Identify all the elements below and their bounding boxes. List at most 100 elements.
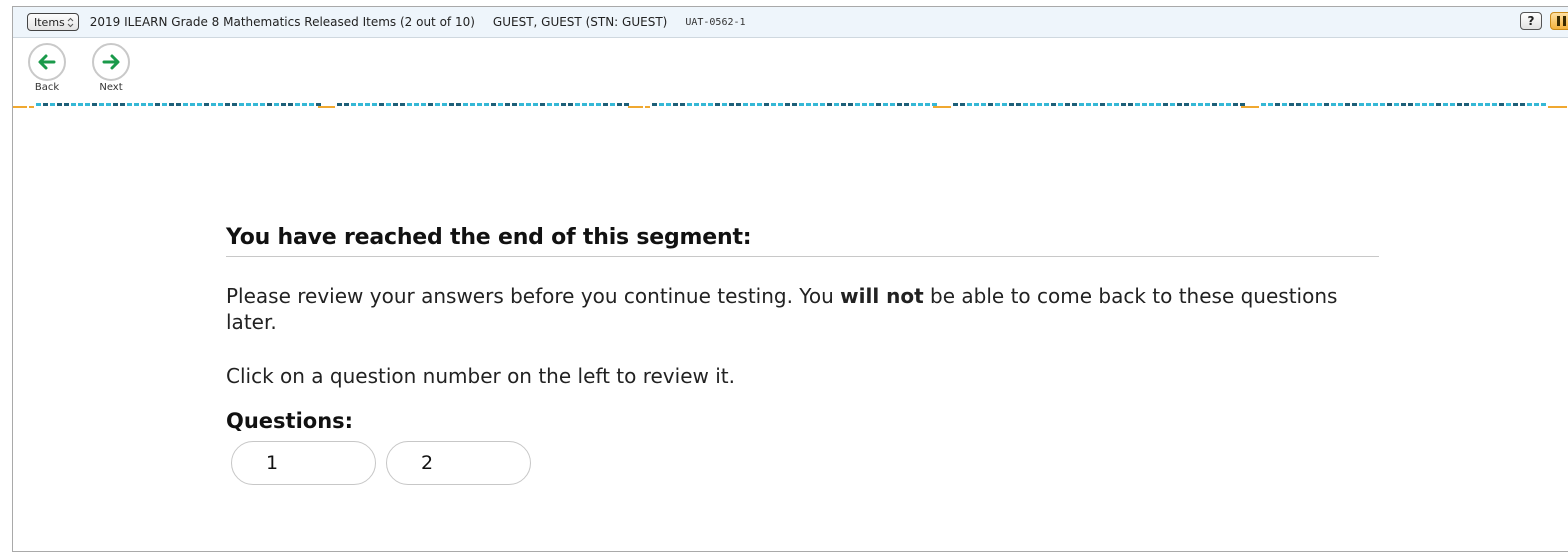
progress-tick <box>533 103 538 106</box>
progress-tick <box>1429 103 1434 106</box>
progress-tick <box>43 103 48 106</box>
progress-tick <box>610 103 615 106</box>
progress-tick <box>1352 103 1357 106</box>
progress-tick <box>295 103 300 106</box>
progress-tick <box>120 103 125 106</box>
progress-tick <box>1380 103 1385 106</box>
pause-button[interactable] <box>1550 12 1568 30</box>
progress-tick <box>1359 103 1364 106</box>
progress-tick <box>883 103 888 106</box>
progress-tick <box>659 103 664 106</box>
progress-tick <box>449 103 454 106</box>
progress-segment-marker <box>628 106 642 108</box>
end-of-segment-panel: You have reached the end of this segment… <box>226 225 1379 485</box>
progress-tick <box>1212 103 1217 106</box>
review-instruction: Please review your answers before you co… <box>226 283 1351 335</box>
progress-tick <box>582 103 587 106</box>
progress-tick <box>1471 103 1476 106</box>
progress-tick <box>148 103 153 106</box>
progress-tick <box>36 103 41 106</box>
progress-tick <box>1030 103 1035 106</box>
progress-tick <box>428 103 433 106</box>
progress-tick <box>484 103 489 106</box>
progress-tick <box>827 103 832 106</box>
question-button[interactable]: 1 <box>231 441 376 485</box>
next-button[interactable]: Next <box>89 43 133 93</box>
progress-tick <box>1415 103 1420 106</box>
progress-tick <box>813 103 818 106</box>
question-list: 12 <box>226 441 1379 485</box>
progress-tick <box>1268 103 1273 106</box>
progress-tick <box>1051 103 1056 106</box>
progress-tick <box>274 103 279 106</box>
progress-tick <box>1296 103 1301 106</box>
session-id: UAT-0562-1 <box>685 16 746 28</box>
progress-tick <box>1093 103 1098 106</box>
items-button-label: Items <box>34 15 65 29</box>
progress-tick <box>169 103 174 106</box>
progress-tick <box>344 103 349 106</box>
progress-tick <box>239 103 244 106</box>
progress-tick <box>1541 103 1546 106</box>
progress-tick <box>575 103 580 106</box>
progress-tick <box>1023 103 1028 106</box>
progress-tick <box>834 103 839 106</box>
progress-tick <box>904 103 909 106</box>
progress-tick <box>57 103 62 106</box>
question-number: 1 <box>266 452 279 474</box>
progress-tick <box>281 103 286 106</box>
progress-tick <box>407 103 412 106</box>
progress-tick <box>1058 103 1063 106</box>
question-number: 2 <box>421 452 434 474</box>
next-arrow-circle[interactable] <box>92 43 130 81</box>
progress-tick <box>729 103 734 106</box>
items-dropdown-button[interactable]: Items <box>27 13 79 31</box>
progress-tick <box>1310 103 1315 106</box>
question-button[interactable]: 2 <box>386 441 531 485</box>
progress-tick <box>932 103 937 106</box>
help-button[interactable]: ? <box>1520 12 1542 30</box>
progress-tick <box>1457 103 1462 106</box>
test-window: Items 2019 ILEARN Grade 8 Mathematics Re… <box>12 6 1568 552</box>
back-button[interactable]: Back <box>25 43 69 93</box>
progress-tick <box>190 103 195 106</box>
progress-tick <box>988 103 993 106</box>
progress-tick <box>785 103 790 106</box>
progress-tick <box>491 103 496 106</box>
progress-tick <box>1520 103 1525 106</box>
progress-tick <box>981 103 986 106</box>
progress-tick <box>1121 103 1126 106</box>
progress-tick <box>1233 103 1238 106</box>
progress-tick <box>204 103 209 106</box>
progress-tick <box>351 103 356 106</box>
progress-tick <box>715 103 720 106</box>
progress-tick <box>176 103 181 106</box>
progress-tick <box>463 103 468 106</box>
progress-tick <box>1226 103 1231 106</box>
progress-segment-marker <box>1548 106 1562 108</box>
progress-tick <box>918 103 923 106</box>
progress-segment-marker <box>13 106 27 108</box>
progress-tick <box>764 103 769 106</box>
progress-tick <box>1303 103 1308 106</box>
progress-tick <box>218 103 223 106</box>
progress-tick <box>1464 103 1469 106</box>
back-arrow-circle[interactable] <box>28 43 66 81</box>
progress-tick <box>1065 103 1070 106</box>
question-mark-icon: ? <box>1527 14 1535 28</box>
student-info: GUEST, GUEST (STN: GUEST) <box>492 15 668 29</box>
progress-tick <box>1156 103 1161 106</box>
progress-tick <box>799 103 804 106</box>
progress-tick <box>743 103 748 106</box>
progress-tick <box>365 103 370 106</box>
progress-tick <box>400 103 405 106</box>
progress-tick <box>722 103 727 106</box>
progress-segment-marker <box>29 106 34 108</box>
progress-tick <box>1373 103 1378 106</box>
progress-tick <box>127 103 132 106</box>
progress-segment-marker <box>318 106 332 108</box>
progress-tick <box>477 103 482 106</box>
progress-tick <box>1324 103 1329 106</box>
progress-tick <box>106 103 111 106</box>
progress-tick <box>1079 103 1084 106</box>
